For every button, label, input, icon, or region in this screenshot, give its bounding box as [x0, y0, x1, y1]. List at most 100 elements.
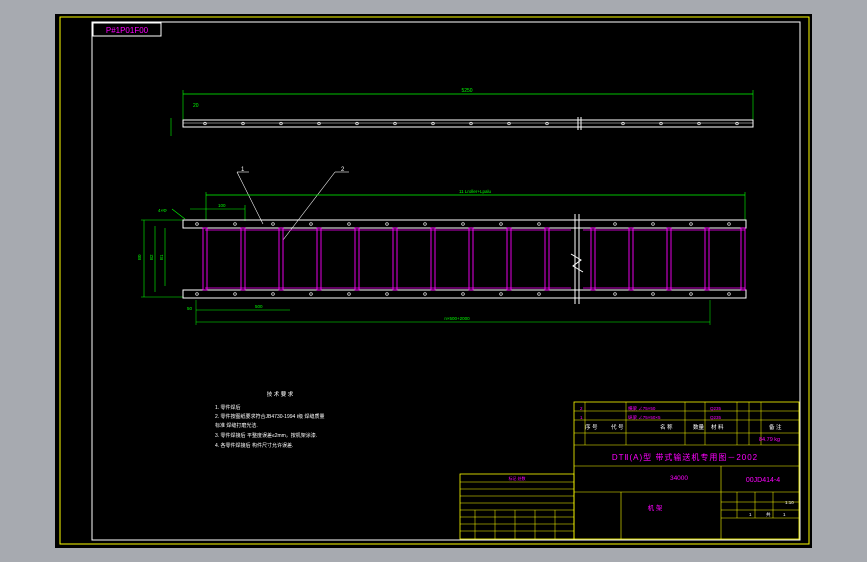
inner-border	[91, 21, 801, 541]
cad-drawing: P#1P01F00 5250 20 1 2 11 Lroller+Lpalu 4…	[59, 16, 810, 545]
rail-hole	[499, 292, 503, 296]
cross-member	[468, 227, 474, 291]
rail-hole	[347, 222, 351, 226]
header-material: 材 料	[711, 423, 724, 431]
left-dim-a: 4×Φ	[158, 208, 167, 213]
rail-hole	[271, 222, 275, 226]
cross-member	[740, 227, 746, 291]
series-text: DTⅡ(A)型 带式输送机专用图－2002	[612, 452, 758, 462]
rail-hole	[727, 222, 731, 226]
sheet-info-3: 1	[783, 512, 786, 517]
mass-value: 84.79 kg	[759, 437, 780, 443]
header-no: 序 号	[585, 423, 598, 431]
drawing-no-text: P#1P01F00	[106, 26, 149, 35]
sheet-info-2: 共	[766, 511, 771, 518]
cross-member	[590, 227, 596, 291]
part-name: 机 架	[648, 503, 663, 512]
drawing-canvas[interactable]: P#1P01F00 5250 20 1 2 11 Lroller+Lpalu 4…	[55, 14, 812, 548]
tech-item-5: 4. 各零件焊接后 构件尺寸允许误差.	[215, 442, 293, 449]
top-bar-holes	[203, 121, 739, 126]
top-bar-hole	[317, 121, 321, 126]
header-remark: 备 注	[769, 423, 782, 431]
top-bar-hole	[697, 121, 701, 126]
front-view: 1 2 11 Lroller+Lpalu 4×Φ 100 B0 B2 B1 50…	[137, 167, 747, 325]
rail-hole	[233, 292, 237, 296]
rail-hole	[613, 292, 617, 296]
left-dim-a-line	[171, 208, 186, 220]
drawing-name-label: 34000	[670, 475, 688, 482]
change-table: 标记 处数	[459, 473, 575, 540]
cross-member	[240, 227, 246, 291]
rail-hole	[651, 292, 655, 296]
tech-item-2: 2. 零件按图纸要求符合JB4730-1994 Ⅰ级 焊缝质量	[215, 413, 325, 420]
left-dim-b: 100	[218, 203, 226, 208]
rail-hole	[347, 292, 351, 296]
top-view: 5250 20	[170, 88, 754, 136]
parts-list	[574, 402, 799, 539]
rail-hole	[689, 222, 693, 226]
rail-hole	[727, 292, 731, 296]
top-bar-hole	[241, 121, 245, 126]
tech-item-1: 1. 零件焊后	[215, 404, 241, 411]
tech-item-3: 标准 焊缝打磨光洁.	[215, 422, 258, 429]
cross-member	[278, 227, 284, 291]
tech-title: 技 术 要 求	[267, 390, 294, 398]
top-bar-hole	[469, 121, 473, 126]
rail-hole	[233, 222, 237, 226]
rail-hole	[423, 222, 427, 226]
width-mid: B2	[149, 254, 154, 260]
rail-hole	[385, 292, 389, 296]
sheet-info-1: 1	[749, 512, 752, 517]
cross-member	[704, 227, 710, 291]
rail-hole	[537, 222, 541, 226]
rail-hole	[461, 222, 465, 226]
top-bar-hole	[507, 121, 511, 126]
top-bar-hole	[621, 121, 625, 126]
change-table-title: 标记 处数	[508, 475, 525, 481]
top-bar-hole	[355, 121, 359, 126]
change-table-rows	[460, 481, 574, 539]
rail-hole	[537, 292, 541, 296]
cross-member	[666, 227, 672, 291]
rail-hole	[613, 222, 617, 226]
top-bar-hole	[735, 121, 739, 126]
width-outer: B0	[137, 254, 142, 260]
top-left-label: 20	[193, 103, 199, 109]
bottom-left-dim: 50	[187, 306, 193, 311]
cross-members	[202, 227, 746, 291]
parts-row-2-mat: Q235	[710, 415, 722, 420]
parts-row-1-mat: Q235	[710, 406, 722, 411]
top-bar-hole	[431, 121, 435, 126]
top-overall-length: 5250	[461, 88, 472, 94]
outer-border	[59, 16, 810, 545]
cross-member	[430, 227, 436, 291]
top-bar-hole	[279, 121, 283, 126]
front-overall-length: 11 Lroller+Lpalu	[459, 189, 492, 194]
pitch-dim: 500	[255, 304, 263, 309]
parts-row-1-name: 横梁 ∠75×50	[628, 405, 656, 412]
rail-hole	[309, 222, 313, 226]
cross-member	[392, 227, 398, 291]
top-bar	[182, 119, 754, 128]
width-inner: B1	[159, 254, 164, 260]
rail-hole	[385, 222, 389, 226]
parts-row-1-no: 2	[580, 406, 583, 411]
cross-member	[202, 227, 208, 291]
rail-hole	[651, 222, 655, 226]
tech-item-4: 3. 零件焊接后 平整度误差≤2mm，按机架涂漆.	[215, 432, 317, 439]
cross-member	[544, 227, 550, 291]
rail-hole	[689, 292, 693, 296]
drawing-number: 00JD414-4	[746, 477, 780, 484]
cross-member	[506, 227, 512, 291]
rail-hole	[499, 222, 503, 226]
title-block-frame	[573, 401, 800, 540]
title-block: 2 横梁 ∠75×50 Q235 1 纵梁 ∠75×50×5 Q235 序 号 …	[573, 401, 800, 540]
tech-requirements: 技 术 要 求 1. 零件焊后 2. 零件按图纸要求符合JB4730-1994 …	[215, 390, 325, 449]
cross-member	[316, 227, 322, 291]
top-bar-hole	[203, 121, 207, 126]
change-table-frame	[459, 473, 575, 540]
bottom-total-dim: n×500+2000	[444, 316, 470, 321]
parts-row-2-name: 纵梁 ∠75×50×5	[628, 414, 661, 421]
top-bar-hole	[545, 121, 549, 126]
cross-member	[354, 227, 360, 291]
